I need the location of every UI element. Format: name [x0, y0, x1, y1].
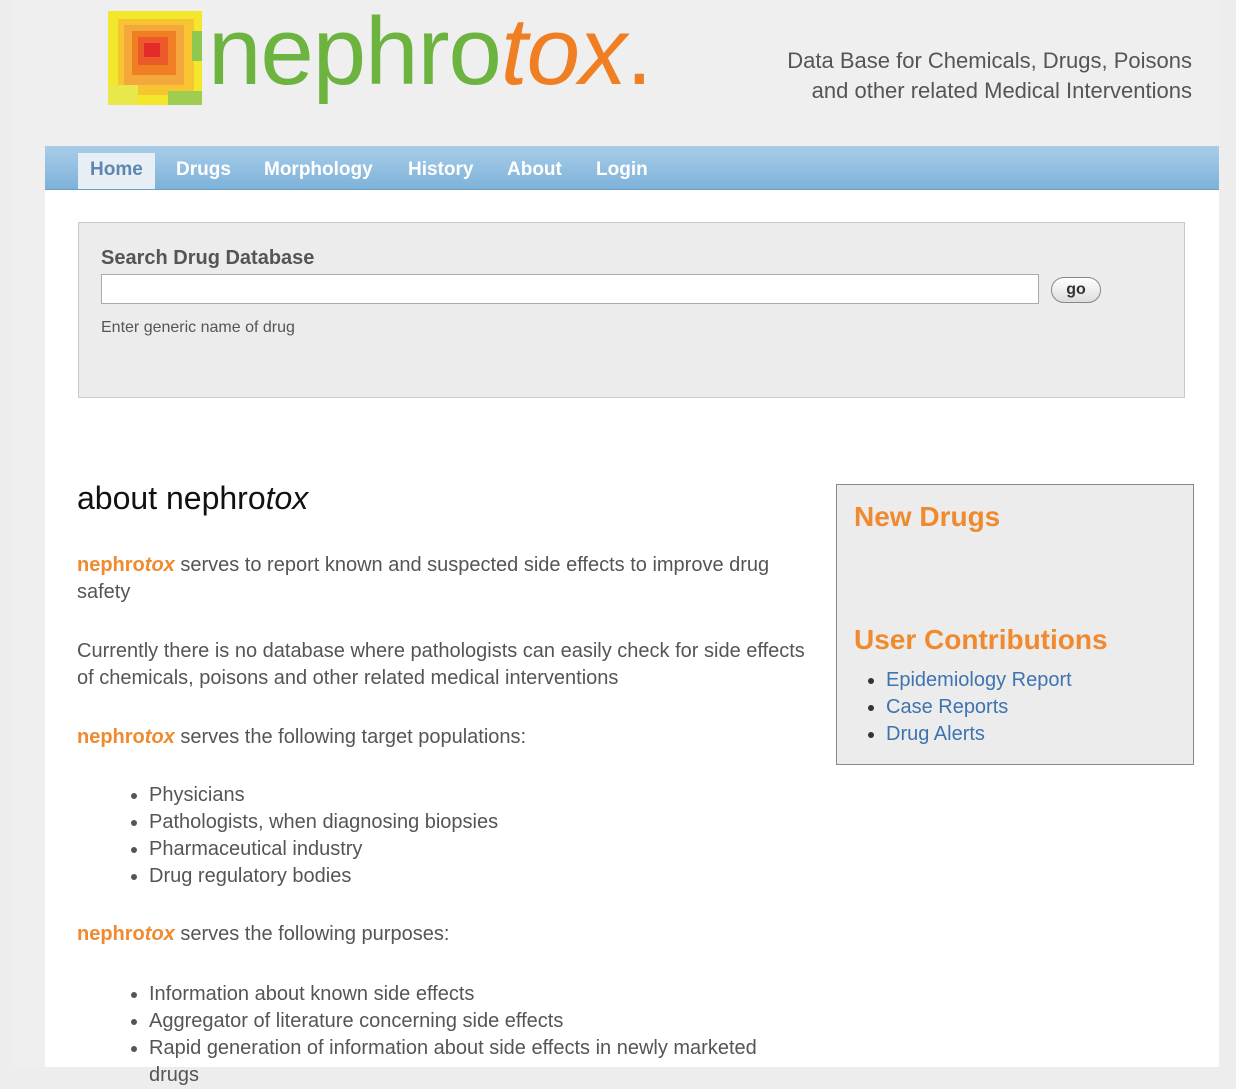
list-item: Case Reports	[886, 694, 1072, 721]
user-contributions-heading: User Contributions	[854, 624, 1108, 655]
main-nav: Home Drugs Morphology History About Logi…	[45, 146, 1219, 190]
about-paragraph-3: nephrotox serves the following target po…	[77, 726, 527, 748]
list-item: Physicians	[149, 782, 807, 809]
drug-alerts-link[interactable]: Drug Alerts	[886, 723, 985, 745]
new-drugs-heading: New Drugs	[854, 501, 1001, 532]
search-title: Search Drug Database	[101, 247, 315, 269]
about-section: about nephrotox nephrotox serves to repo…	[77, 480, 807, 1089]
nav-drugs[interactable]: Drugs	[164, 153, 243, 189]
list-item: Pharmaceutical industry	[149, 836, 807, 863]
sidebar-panel: New Drugs User Contributions Epidemiolog…	[836, 484, 1194, 765]
list-item: Rapid generation of information about si…	[149, 1035, 807, 1089]
list-item: Aggregator of literature concerning side…	[149, 1008, 807, 1035]
list-item: Drug regulatory bodies	[149, 863, 807, 890]
nav-morphology[interactable]: Morphology	[252, 153, 385, 189]
target-populations-list: Physicians Pathologists, when diagnosing…	[77, 782, 807, 890]
site-tagline: Data Base for Chemicals, Drugs, Poisons …	[787, 48, 1192, 103]
about-heading: about nephrotox	[77, 480, 309, 516]
nav-about[interactable]: About	[495, 153, 574, 189]
contributions-list: Epidemiology Report Case Reports Drug Al…	[854, 667, 1072, 748]
nav-login[interactable]: Login	[584, 153, 660, 189]
about-paragraph-4: nephrotox serves the following purposes:	[77, 923, 450, 945]
nav-home[interactable]: Home	[78, 153, 155, 189]
main-content: Search Drug Database go Enter generic na…	[45, 190, 1219, 1086]
purposes-list: Information about known side effects Agg…	[77, 981, 807, 1089]
about-paragraph-1: nephrotox serves to report known and sus…	[77, 554, 770, 603]
nav-history[interactable]: History	[396, 153, 485, 189]
site-logo[interactable]: nephrotox.	[108, 0, 708, 128]
brand-name: nephrotox	[77, 923, 175, 945]
epidemiology-report-link[interactable]: Epidemiology Report	[886, 669, 1072, 691]
list-item: Drug Alerts	[886, 721, 1072, 748]
case-reports-link[interactable]: Case Reports	[886, 696, 1008, 718]
brand-name: nephrotox	[77, 726, 175, 748]
list-item: Epidemiology Report	[886, 667, 1072, 694]
list-item: Pathologists, when diagnosing biopsies	[149, 809, 807, 836]
about-paragraph-2: Currently there is no database where pat…	[77, 640, 805, 689]
page: nephrotox. Data Base for Chemicals, Drug…	[12, 0, 1220, 1086]
logo-wordmark: nephrotox.	[208, 0, 653, 105]
go-button[interactable]: go	[1051, 277, 1101, 303]
list-item: Information about known side effects	[149, 981, 807, 1008]
drug-search-input[interactable]	[101, 274, 1039, 304]
brand-name: nephrotox	[77, 554, 175, 576]
search-hint: Enter generic name of drug	[101, 319, 295, 336]
logo-mark-icon	[108, 11, 202, 105]
search-panel: Search Drug Database go Enter generic na…	[78, 222, 1185, 398]
